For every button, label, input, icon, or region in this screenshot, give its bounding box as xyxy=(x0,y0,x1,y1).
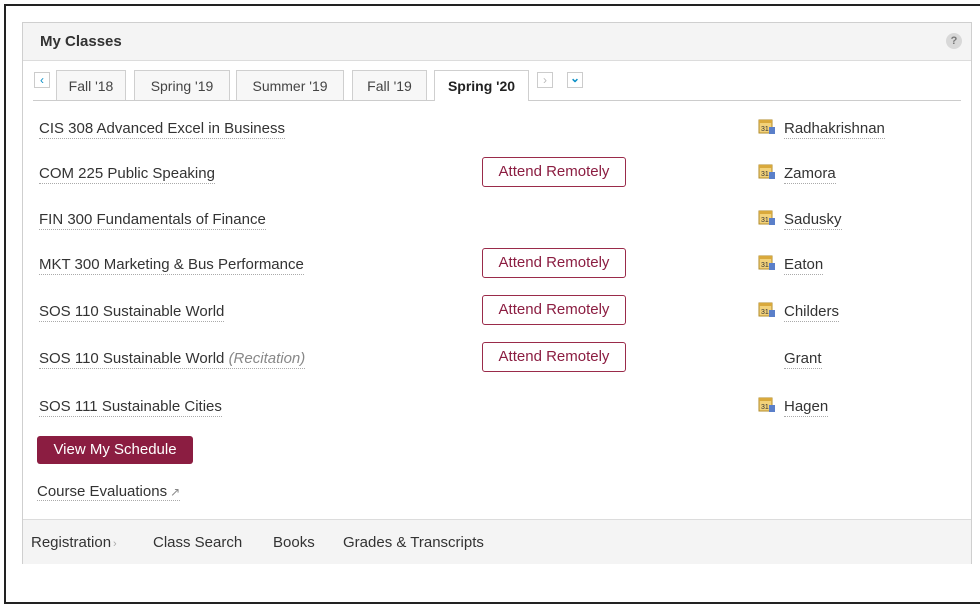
svg-text:31: 31 xyxy=(761,217,769,224)
tab-summer-19[interactable]: Summer '19 xyxy=(236,70,344,100)
course-link[interactable]: COM 225 Public Speaking xyxy=(39,165,215,184)
svg-text:31: 31 xyxy=(761,171,769,178)
widget-header: My Classes ? xyxy=(23,23,971,61)
class-row: CIS 308 Advanced Excel in Business 31 Ra… xyxy=(39,117,939,144)
instructor-name[interactable]: Hagen xyxy=(784,398,829,417)
calendar-icon[interactable]: 31 xyxy=(758,395,776,413)
course-link[interactable]: MKT 300 Marketing & Bus Performance xyxy=(39,256,304,275)
instructor-name[interactable]: Radhakrishnan xyxy=(784,120,885,139)
course-name: CIS 308 Advanced Excel in Business xyxy=(39,120,285,137)
course-link[interactable]: SOS 111 Sustainable Cities xyxy=(39,398,222,417)
tab-fall-19[interactable]: Fall '19 xyxy=(352,70,427,100)
widget-footer: Registration › Class Search Books Grades … xyxy=(23,519,971,564)
view-my-schedule-button[interactable]: View My Schedule xyxy=(37,436,193,464)
help-icon[interactable]: ? xyxy=(946,33,962,49)
class-row: SOS 111 Sustainable Cities 31 Hagen xyxy=(39,395,939,422)
tab-spring-19[interactable]: Spring '19 xyxy=(134,70,230,100)
course-link[interactable]: SOS 110 Sustainable World (Recitation) xyxy=(39,350,306,369)
chevron-right-icon: › xyxy=(113,538,117,550)
footer-link-grades-transcripts[interactable]: Grades & Transcripts xyxy=(343,534,484,551)
tab-spring-20[interactable]: Spring '20 xyxy=(434,70,529,101)
class-row: MKT 300 Marketing & Bus Performance Atte… xyxy=(39,248,939,280)
class-row: FIN 300 Fundamentals of Finance 31 Sadus… xyxy=(39,208,939,235)
my-classes-widget: My Classes ? ‹ Fall '18 Spring '19 Summe… xyxy=(22,22,972,564)
term-dropdown-chevron-down-icon[interactable]: ⌄ xyxy=(567,72,583,88)
course-name: COM 225 Public Speaking xyxy=(39,165,215,182)
svg-text:31: 31 xyxy=(761,126,769,133)
instructor-name[interactable]: Grant xyxy=(784,350,822,369)
next-term-arrow-icon[interactable]: › xyxy=(537,72,553,88)
course-name: SOS 110 Sustainable World xyxy=(39,303,225,320)
course-name: SOS 110 Sustainable World xyxy=(39,350,225,367)
footer-link-class-search[interactable]: Class Search xyxy=(153,534,242,551)
instructor-name[interactable]: Sadusky xyxy=(784,211,842,230)
svg-text:31: 31 xyxy=(761,404,769,411)
calendar-icon[interactable]: 31 xyxy=(758,253,776,271)
instructor-name[interactable]: Childers xyxy=(784,303,840,322)
attend-remotely-button[interactable]: Attend Remotely xyxy=(482,295,626,325)
instructor-name[interactable]: Eaton xyxy=(784,256,824,275)
calendar-icon[interactable]: 31 xyxy=(758,117,776,135)
attend-remotely-button[interactable]: Attend Remotely xyxy=(482,248,626,278)
attend-remotely-button[interactable]: Attend Remotely xyxy=(482,157,626,187)
class-row: SOS 110 Sustainable World (Recitation) A… xyxy=(39,342,939,374)
course-evaluations-link[interactable]: Course Evaluations ↗ xyxy=(37,483,181,501)
course-note: (Recitation) xyxy=(228,350,306,367)
calendar-icon[interactable]: 31 xyxy=(758,162,776,180)
instructor-name[interactable]: Zamora xyxy=(784,165,836,184)
registration-label: Registration xyxy=(31,534,112,551)
prev-term-arrow-icon[interactable]: ‹ xyxy=(34,72,50,88)
class-row: COM 225 Public Speaking Attend Remotely … xyxy=(39,157,939,189)
course-name: SOS 111 Sustainable Cities xyxy=(39,398,222,415)
widget-title: My Classes xyxy=(40,33,122,50)
course-evaluations-label: Course Evaluations xyxy=(37,483,168,500)
tab-fall-18[interactable]: Fall '18 xyxy=(56,70,126,100)
class-row: SOS 110 Sustainable World Attend Remotel… xyxy=(39,295,939,327)
course-name: FIN 300 Fundamentals of Finance xyxy=(39,211,266,228)
calendar-icon[interactable]: 31 xyxy=(758,208,776,226)
attend-remotely-button[interactable]: Attend Remotely xyxy=(482,342,626,372)
external-link-icon: ↗ xyxy=(170,485,181,499)
calendar-icon[interactable]: 31 xyxy=(758,300,776,318)
course-name: MKT 300 Marketing & Bus Performance xyxy=(39,256,304,273)
course-link[interactable]: CIS 308 Advanced Excel in Business xyxy=(39,120,285,139)
svg-text:31: 31 xyxy=(761,309,769,316)
course-link[interactable]: SOS 110 Sustainable World xyxy=(39,303,225,322)
footer-link-books[interactable]: Books xyxy=(273,534,315,551)
course-link[interactable]: FIN 300 Fundamentals of Finance xyxy=(39,211,266,230)
svg-text:31: 31 xyxy=(761,262,769,269)
footer-link-registration[interactable]: Registration › xyxy=(31,534,117,551)
